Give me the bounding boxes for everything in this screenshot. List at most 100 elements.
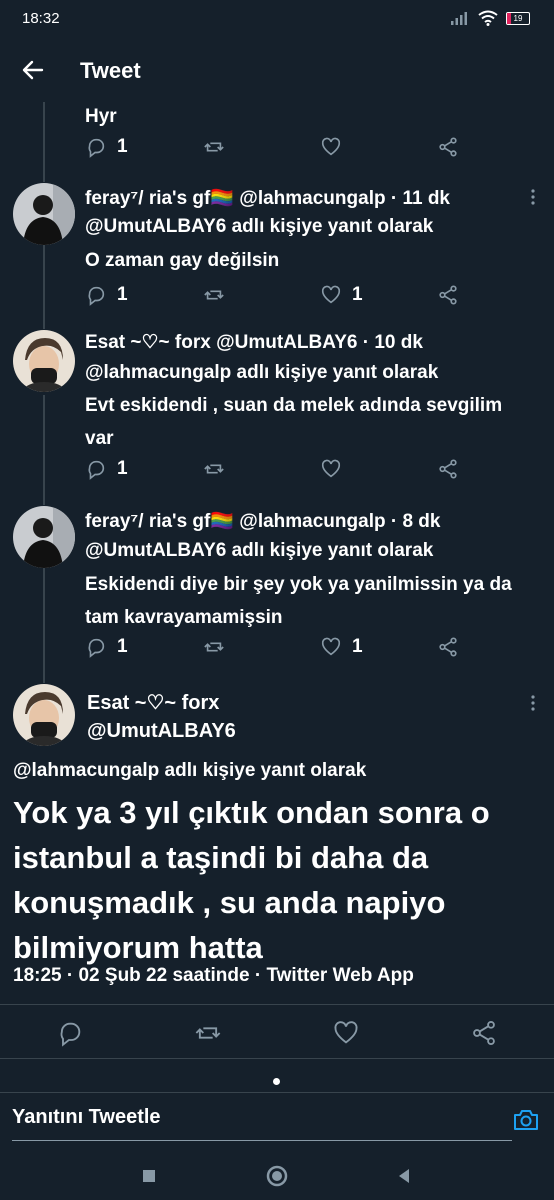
tweet-header: Esat ~♡~ forx @UmutALBAY6 · 10 dk xyxy=(85,331,423,354)
retweet-button[interactable] xyxy=(203,636,225,658)
reply-button[interactable]: 1 xyxy=(85,136,128,158)
like-button[interactable] xyxy=(320,136,342,158)
scroll-indicator xyxy=(273,1078,280,1085)
status-time: 18:32 xyxy=(22,10,60,27)
display-name[interactable]: Esat ~♡~ forx xyxy=(87,690,219,715)
avatar[interactable] xyxy=(13,684,75,746)
retweet-icon xyxy=(204,290,224,300)
back-nav-button[interactable] xyxy=(390,1162,418,1190)
retweet-button[interactable] xyxy=(203,458,225,480)
tweet-header: feray⁷/ ria's gf🏳️‍🌈 @lahmacungalp · 8 d… xyxy=(85,509,440,533)
timestamp: · 11 dk xyxy=(390,188,451,209)
reply-context[interactable]: @lahmacungalp adlı kişiye yanıt olarak xyxy=(85,362,438,384)
like-button[interactable] xyxy=(320,458,342,480)
reply-count: 1 xyxy=(117,636,128,657)
more-button[interactable] xyxy=(530,694,536,712)
timestamp: · 8 dk xyxy=(390,511,441,532)
reply-bar: Yanıtını Tweetle xyxy=(0,1092,554,1152)
like-count: 1 xyxy=(352,284,363,305)
reply-count: 1 xyxy=(117,136,128,157)
triangle-back-icon xyxy=(399,1169,409,1183)
like-button[interactable]: 1 xyxy=(320,284,363,306)
share-icon xyxy=(439,637,457,657)
username: @lahmacungalp xyxy=(239,511,386,532)
circle-icon xyxy=(266,1165,288,1187)
main-tweet-actions xyxy=(0,1015,554,1049)
camera-icon xyxy=(514,1110,538,1130)
like-icon xyxy=(321,637,341,656)
username[interactable]: @UmutALBAY6 xyxy=(87,720,236,743)
divider xyxy=(0,1058,554,1059)
share-button[interactable] xyxy=(437,284,459,306)
avatar[interactable] xyxy=(13,506,75,568)
page-title: Tweet xyxy=(80,58,141,83)
share-button[interactable] xyxy=(437,136,459,158)
home-button[interactable] xyxy=(263,1162,291,1190)
retweet-icon xyxy=(204,142,224,152)
username: @UmutALBAY6 xyxy=(216,332,358,353)
tweet-actions: 1 1 xyxy=(85,636,465,662)
tweet-actions: 1 1 xyxy=(85,284,465,310)
reply-button[interactable]: 1 xyxy=(85,284,128,306)
like-icon xyxy=(321,285,341,304)
tweet-actions: 1 xyxy=(85,136,465,162)
tweet-text: O zaman gay değilsin xyxy=(85,250,280,271)
share-button[interactable] xyxy=(470,1019,498,1047)
retweet-icon xyxy=(204,642,224,652)
share-icon xyxy=(439,137,457,157)
reply-context[interactable]: @UmutALBAY6 adlı kişiye yanıt olarak xyxy=(85,540,433,562)
retweet-icon xyxy=(195,1027,221,1039)
retweet-button[interactable] xyxy=(203,284,225,306)
back-button[interactable] xyxy=(18,55,48,85)
like-count: 1 xyxy=(352,636,363,657)
reply-icon xyxy=(88,638,105,658)
tweet-text: Yok ya 3 yıl çıktık ondan sonra o istanb… xyxy=(13,795,490,965)
reply-button[interactable]: 1 xyxy=(85,458,128,480)
more-icon xyxy=(531,189,535,205)
like-icon xyxy=(334,1021,358,1044)
reply-icon xyxy=(88,460,105,480)
reply-context[interactable]: @UmutALBAY6 adlı kişiye yanıt olarak xyxy=(85,216,433,238)
reply-context[interactable]: @lahmacungalp adlı kişiye yanıt olarak xyxy=(13,760,366,782)
share-icon xyxy=(439,285,457,305)
share-icon xyxy=(473,1020,495,1046)
battery-icon: 19 xyxy=(506,11,530,25)
avatar[interactable] xyxy=(13,330,75,392)
retweet-icon xyxy=(204,464,224,474)
tweet-fragment[interactable]: Hyr 1 xyxy=(0,100,554,170)
avatar[interactable] xyxy=(13,183,75,245)
tweet[interactable]: feray⁷/ ria's gf🏳️‍🌈 @lahmacungalp · 11 … xyxy=(0,180,554,310)
reply-button[interactable]: 1 xyxy=(85,636,128,658)
reply-count: 1 xyxy=(117,284,128,305)
share-button[interactable] xyxy=(437,458,459,480)
signal-icon xyxy=(451,12,467,25)
username: @lahmacungalp xyxy=(239,188,386,209)
camera-button[interactable] xyxy=(512,1106,540,1134)
display-name: feray⁷/ ria's gf🏳️‍🌈 xyxy=(85,511,235,532)
battery-level: 19 xyxy=(513,13,523,23)
like-button[interactable] xyxy=(332,1019,360,1047)
like-icon xyxy=(321,137,341,156)
tweet-text: Evt eskidendi , suan da melek adında sev… xyxy=(85,395,503,449)
retweet-button[interactable] xyxy=(203,136,225,158)
tweet[interactable]: Esat ~♡~ forx @UmutALBAY6 · 10 dk @lahma… xyxy=(0,325,554,485)
reply-count: 1 xyxy=(117,458,128,479)
status-bar: 18:32 19 xyxy=(0,0,554,40)
reply-input[interactable]: Yanıtını Tweetle xyxy=(12,1106,512,1141)
like-button[interactable]: 1 xyxy=(320,636,363,658)
tweet-actions: 1 xyxy=(85,458,465,484)
tweet[interactable]: feray⁷/ ria's gf🏳️‍🌈 @lahmacungalp · 8 d… xyxy=(0,503,554,668)
share-icon xyxy=(439,459,457,479)
square-icon xyxy=(143,1170,155,1182)
more-button[interactable] xyxy=(530,188,536,206)
reply-icon xyxy=(88,286,105,306)
display-name: feray⁷/ ria's gf🏳️‍🌈 xyxy=(85,188,235,209)
divider xyxy=(0,1004,554,1005)
like-icon xyxy=(321,459,341,478)
reply-button[interactable] xyxy=(56,1019,84,1047)
reply-icon xyxy=(60,1022,81,1047)
share-button[interactable] xyxy=(437,636,459,658)
recents-button[interactable] xyxy=(135,1162,163,1190)
retweet-button[interactable] xyxy=(194,1019,222,1047)
divider xyxy=(0,1092,554,1093)
